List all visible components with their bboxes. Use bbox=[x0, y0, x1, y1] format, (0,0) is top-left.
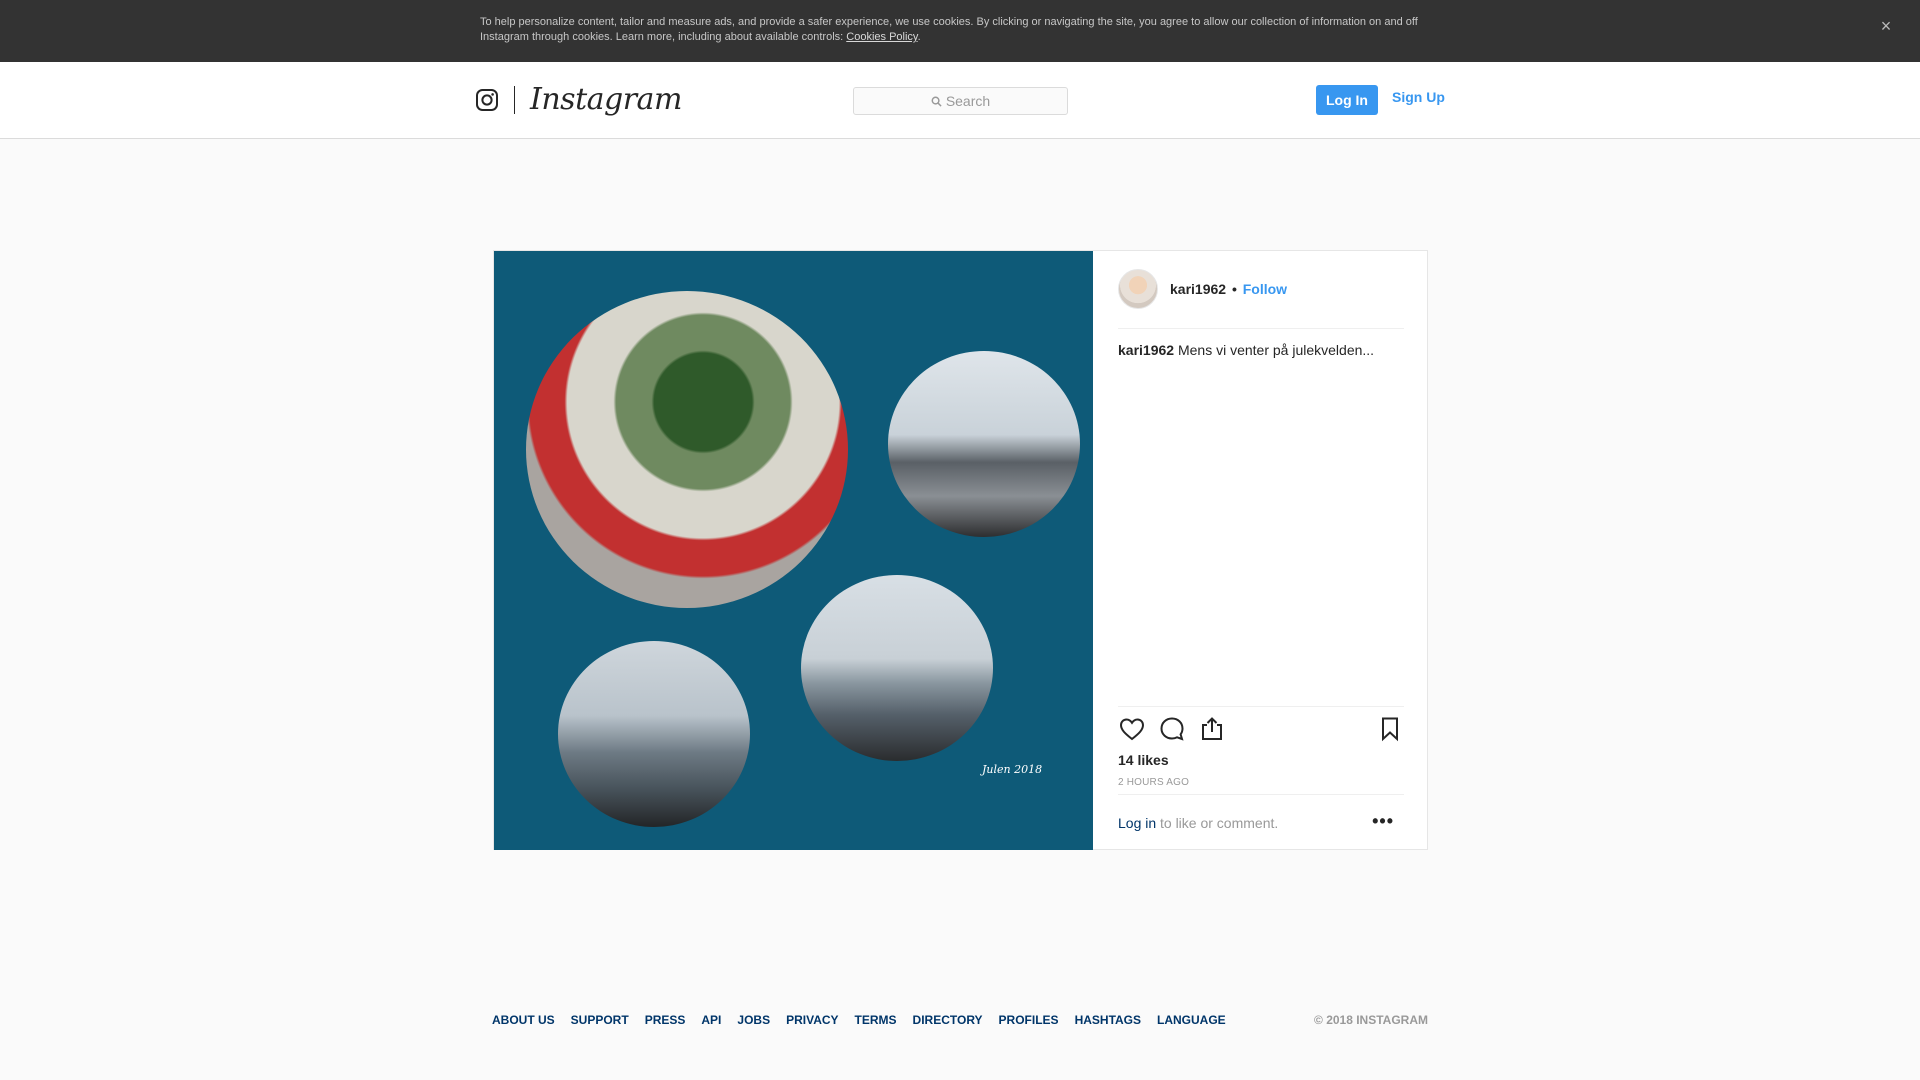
post-actions: 14 likes 2 HOURS AGO Log in to like or c… bbox=[1118, 706, 1404, 850]
follow-button[interactable]: Follow bbox=[1243, 281, 1287, 297]
likes-count[interactable]: 14 likes bbox=[1118, 752, 1169, 768]
share-icon[interactable] bbox=[1198, 715, 1226, 743]
login-prompt-text: to like or comment. bbox=[1160, 815, 1279, 831]
copyright: © 2018 INSTAGRAM bbox=[1314, 1013, 1428, 1027]
post-timestamp: 2 HOURS AGO bbox=[1118, 777, 1190, 788]
footer-link-privacy[interactable]: PRIVACY bbox=[786, 1013, 838, 1027]
footer: ABOUT US SUPPORT PRESS API JOBS PRIVACY … bbox=[492, 1013, 1428, 1033]
footer-link-support[interactable]: SUPPORT bbox=[571, 1013, 629, 1027]
more-options-icon[interactable]: ••• bbox=[1372, 811, 1394, 832]
post-photo[interactable]: Julen 2018 bbox=[494, 251, 1093, 850]
log-in-button[interactable]: Log In bbox=[1316, 85, 1378, 115]
footer-link-jobs[interactable]: JOBS bbox=[737, 1013, 770, 1027]
post-sidebar: kari1962 • Follow kari1962 Mens vi vente… bbox=[1094, 251, 1428, 850]
cookie-banner: To help personalize content, tailor and … bbox=[0, 0, 1920, 62]
footer-link-terms[interactable]: TERMS bbox=[855, 1013, 897, 1027]
footer-link-hashtags[interactable]: HASHTAGS bbox=[1075, 1013, 1141, 1027]
sign-up-link[interactable]: Sign Up bbox=[1392, 89, 1445, 105]
footer-link-language[interactable]: LANGUAGE bbox=[1157, 1013, 1226, 1027]
footer-link-directory[interactable]: DIRECTORY bbox=[913, 1013, 983, 1027]
footer-link-api[interactable]: API bbox=[701, 1013, 721, 1027]
footer-link-about-us[interactable]: ABOUT US bbox=[492, 1013, 555, 1027]
photo-collage-hot-tub-1 bbox=[888, 351, 1080, 537]
search-placeholder: Search bbox=[945, 93, 991, 109]
photo-collage-hot-tub-3 bbox=[558, 641, 750, 827]
photo-collage-christmas-tree bbox=[526, 291, 848, 608]
footer-link-press[interactable]: PRESS bbox=[645, 1013, 686, 1027]
login-to-comment-row: Log in to like or comment. ••• bbox=[1118, 794, 1404, 850]
post-card: Julen 2018 kari1962 • Follow kari1962 Me… bbox=[493, 250, 1428, 850]
post-username[interactable]: kari1962 bbox=[1170, 281, 1226, 297]
comment-icon[interactable] bbox=[1158, 715, 1186, 743]
top-nav: Instagram Search Log In Sign Up bbox=[0, 62, 1920, 139]
cookie-period: . bbox=[917, 31, 921, 43]
log-in-link[interactable]: Log in bbox=[1118, 815, 1156, 831]
search-icon bbox=[931, 96, 942, 107]
avatar[interactable] bbox=[1118, 269, 1158, 309]
post-author-line: kari1962 • Follow bbox=[1170, 281, 1287, 297]
close-icon[interactable]: × bbox=[1876, 16, 1896, 36]
photo-collage-hot-tub-2 bbox=[801, 575, 993, 761]
footer-links: ABOUT US SUPPORT PRESS API JOBS PRIVACY … bbox=[492, 1013, 1226, 1027]
instagram-camera-icon[interactable] bbox=[475, 88, 499, 112]
cookie-message: To help personalize content, tailor and … bbox=[480, 16, 1418, 43]
caption-username[interactable]: kari1962 bbox=[1118, 342, 1174, 358]
heart-icon[interactable] bbox=[1118, 715, 1146, 743]
logo-divider bbox=[514, 86, 515, 114]
caption-text: Mens vi venter på julekvelden... bbox=[1177, 342, 1375, 358]
separator-dot: • bbox=[1231, 281, 1237, 297]
footer-link-profiles[interactable]: PROFILES bbox=[999, 1013, 1059, 1027]
post-header: kari1962 • Follow bbox=[1118, 269, 1404, 329]
bookmark-icon[interactable] bbox=[1376, 715, 1404, 743]
search-input[interactable]: Search bbox=[853, 87, 1068, 115]
cookie-text: To help personalize content, tailor and … bbox=[480, 15, 1440, 45]
cookies-policy-link[interactable]: Cookies Policy bbox=[846, 31, 917, 43]
photo-caption-text: Julen 2018 bbox=[982, 763, 1043, 776]
instagram-wordmark[interactable]: Instagram bbox=[530, 82, 682, 117]
post-caption: kari1962 Mens vi venter på julekvelden..… bbox=[1118, 341, 1404, 359]
